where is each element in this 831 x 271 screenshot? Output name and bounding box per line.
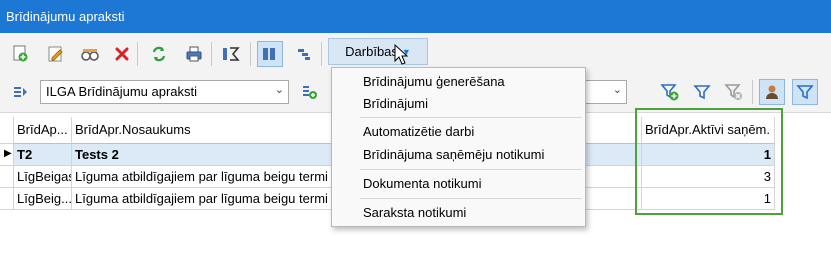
- menu-item-document-events[interactable]: Dokumenta notikumi: [363, 176, 482, 191]
- row-indicator[interactable]: [0, 188, 14, 210]
- view-icon[interactable]: [78, 42, 102, 66]
- delete-icon[interactable]: [110, 42, 134, 66]
- table-cell-code[interactable]: T2: [14, 144, 72, 166]
- menu-item-automated-jobs[interactable]: Automatizētie darbi: [363, 124, 474, 139]
- query-selector-value: ILGA Brīdinājumu apraksti: [46, 84, 198, 99]
- darbibas-label: Darbības: [345, 44, 398, 59]
- table-cell-code[interactable]: LīgBeig...: [14, 188, 72, 210]
- toolbar-separator: [137, 42, 138, 66]
- column-header-code[interactable]: BrīdAp...: [14, 117, 72, 144]
- menu-separator: [360, 117, 582, 118]
- secondary-selector[interactable]: ⌄: [583, 80, 627, 104]
- toolbar-separator: [752, 80, 753, 104]
- clear-filter-icon[interactable]: [722, 80, 746, 104]
- tree-icon[interactable]: [292, 42, 316, 66]
- row-indicator[interactable]: ▶: [0, 144, 14, 166]
- toolbar-separator: [250, 42, 251, 66]
- toolbar-separator: [321, 42, 322, 66]
- sum-icon[interactable]: [219, 42, 243, 66]
- add-record-icon[interactable]: [9, 42, 33, 66]
- add-filter-icon[interactable]: [658, 80, 682, 104]
- refresh-icon[interactable]: [147, 42, 171, 66]
- menu-separator: [360, 198, 582, 199]
- add-query-icon[interactable]: [298, 80, 322, 104]
- edit-icon[interactable]: [44, 42, 68, 66]
- query-selector[interactable]: ILGA Brīdinājumu apraksti ⌄: [40, 80, 289, 104]
- menu-item-generate-warnings[interactable]: Brīdinājumu ģenerēšana: [363, 74, 505, 89]
- filter-icon[interactable]: [690, 80, 714, 104]
- toolbar-separator: [211, 42, 212, 66]
- menu-item-list-events[interactable]: Saraksta notikumi: [363, 205, 466, 220]
- darbibas-dropdown-button[interactable]: Darbības ▼: [328, 38, 428, 65]
- menu-item-warnings[interactable]: Brīdinājumi: [363, 96, 428, 111]
- table-cell-code[interactable]: LīgBeigas: [14, 166, 72, 188]
- user-filter-icon[interactable]: [759, 79, 785, 105]
- print-icon[interactable]: [182, 42, 206, 66]
- highlight-annotation: [635, 108, 783, 215]
- mouse-cursor-icon: [394, 43, 409, 69]
- current-row-arrow-icon: ▶: [4, 148, 12, 159]
- chevron-down-icon[interactable]: ⌄: [275, 83, 284, 96]
- quick-filter-icon[interactable]: [792, 79, 818, 105]
- chevron-down-icon[interactable]: ⌄: [613, 83, 622, 96]
- darbibas-menu: Brīdinājumu ģenerēšana Brīdinājumi Autom…: [331, 67, 586, 227]
- columns-icon[interactable]: [257, 41, 283, 67]
- query-list-icon[interactable]: [9, 80, 33, 104]
- menu-item-recipient-events[interactable]: Brīdinājuma saņēmēju notikumi: [363, 147, 544, 162]
- row-indicator[interactable]: [0, 166, 14, 188]
- row-indicator-header: [0, 117, 14, 144]
- menu-separator: [360, 169, 582, 170]
- window-title: Brīdinājumu apraksti: [0, 0, 831, 33]
